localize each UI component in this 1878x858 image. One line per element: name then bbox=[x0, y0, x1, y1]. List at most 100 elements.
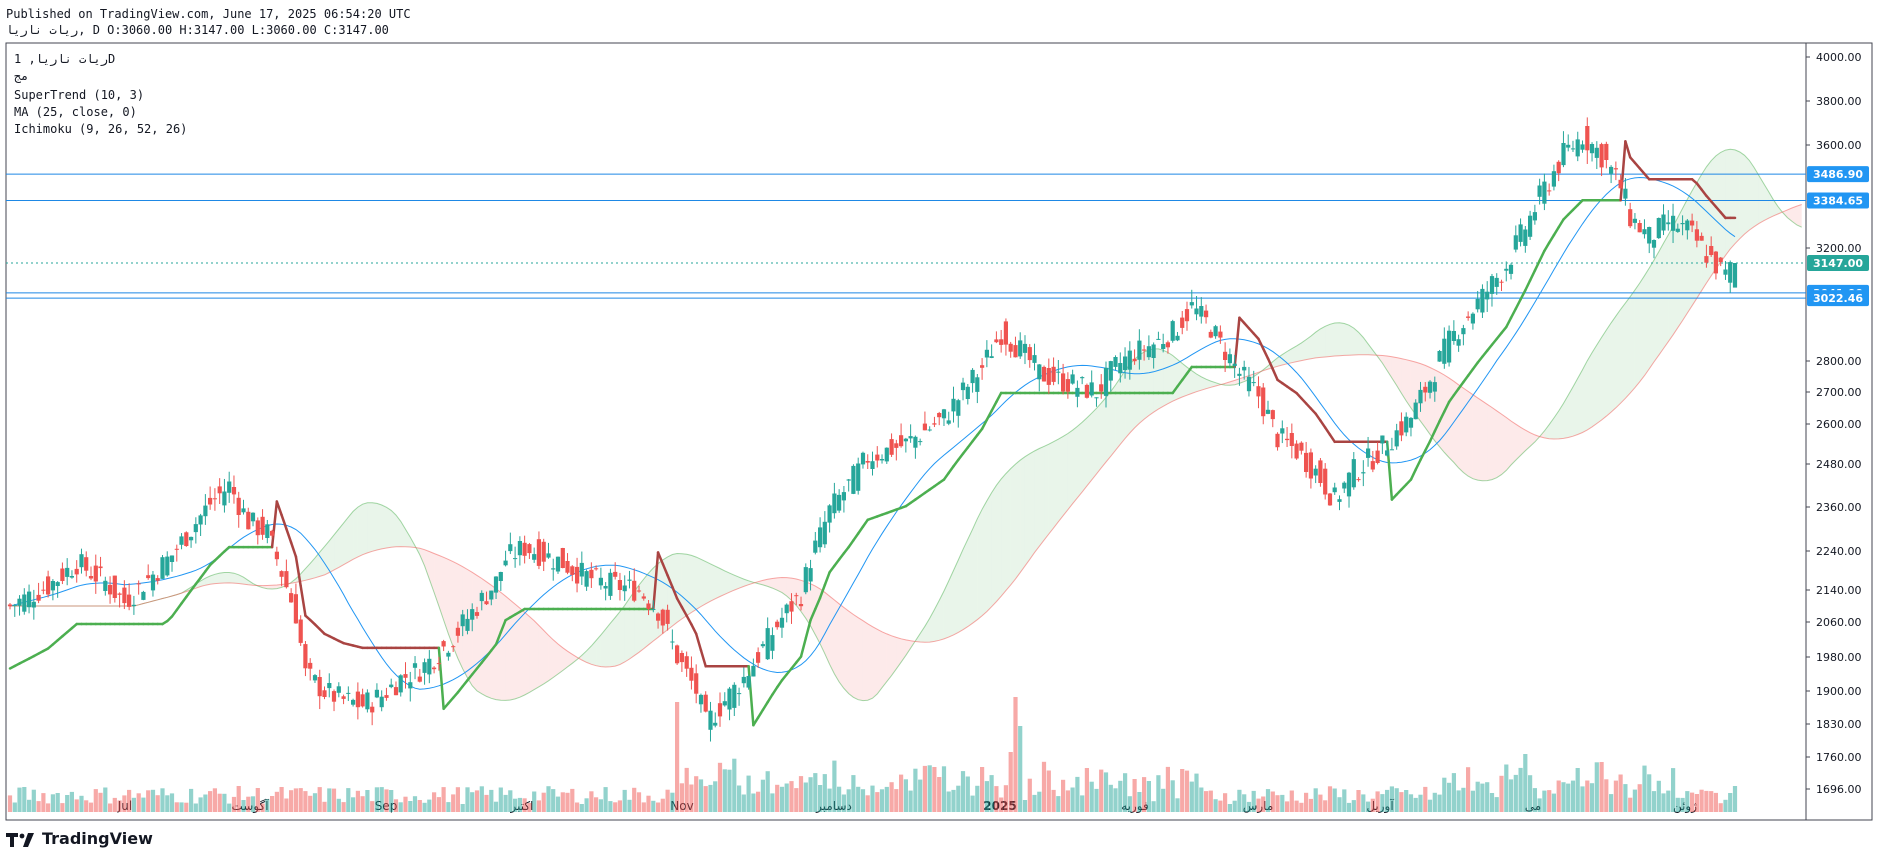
last-price-label: 3147.00 bbox=[1813, 257, 1863, 270]
candle-body bbox=[50, 581, 55, 591]
candle-body bbox=[1056, 371, 1061, 373]
price-tick-label: 2480.00 bbox=[1816, 458, 1862, 471]
ichimoku-cloud-segment bbox=[610, 617, 616, 667]
candle-body bbox=[1194, 308, 1199, 315]
volume-bar bbox=[1475, 781, 1480, 812]
volume-bar bbox=[1084, 768, 1089, 812]
supertrend-segment bbox=[1271, 367, 1279, 382]
candle-body bbox=[69, 576, 74, 578]
candle-body bbox=[1013, 345, 1018, 358]
volume-bar bbox=[327, 788, 332, 812]
candle-body bbox=[1508, 264, 1514, 274]
ichimoku-cloud-segment bbox=[734, 575, 740, 591]
candle-body bbox=[1366, 448, 1371, 458]
candle-body bbox=[1389, 449, 1394, 451]
candle-body bbox=[112, 575, 117, 598]
ichimoku-cloud-segment bbox=[1458, 384, 1464, 473]
ichimoku-cloud-segment bbox=[619, 605, 625, 665]
volume-bar bbox=[617, 800, 622, 812]
candle-body bbox=[470, 609, 475, 620]
volume-bar bbox=[703, 786, 708, 812]
candle-body bbox=[1604, 143, 1609, 160]
candle-body bbox=[108, 584, 113, 595]
volume-bar bbox=[1232, 800, 1237, 812]
candle-body bbox=[1032, 355, 1037, 363]
ichimoku-cloud-segment bbox=[1029, 450, 1035, 560]
candlestick-chart[interactable]: 4000.00 3800.00 3600.00 3200.00 2800.00 2700.… bbox=[0, 0, 1878, 858]
volume-bar bbox=[980, 767, 985, 812]
candle-body bbox=[856, 463, 861, 491]
volume-bar bbox=[546, 786, 551, 812]
volume-bar bbox=[351, 797, 356, 812]
candle-body bbox=[1132, 358, 1137, 362]
ichimoku-cloud-segment bbox=[362, 502, 368, 555]
volume-bar bbox=[293, 788, 298, 812]
tradingview-logo[interactable]: TradingView bbox=[6, 829, 153, 848]
volume-bar bbox=[1671, 768, 1676, 812]
candle-body bbox=[127, 594, 132, 607]
supertrend-segment bbox=[990, 400, 998, 413]
supertrend-segment bbox=[1538, 249, 1546, 262]
ichimoku-cloud-segment bbox=[334, 529, 339, 570]
ichimoku-cloud-segment bbox=[1668, 226, 1674, 342]
candle-body bbox=[1256, 386, 1261, 397]
volume-bar bbox=[960, 771, 966, 812]
volume-bar bbox=[1251, 790, 1256, 812]
volume-bar bbox=[1351, 800, 1356, 812]
candle-body bbox=[1151, 344, 1156, 358]
volume-bar bbox=[1051, 789, 1056, 812]
legend-supertrend[interactable]: SuperTrend (10, 3) bbox=[14, 88, 144, 102]
ichimoku-cloud-segment bbox=[1163, 350, 1168, 407]
candle-body bbox=[808, 568, 813, 582]
legend-ichimoku[interactable]: Ichimoku (9, 26, 52, 26) bbox=[14, 122, 187, 136]
candle-body bbox=[694, 673, 699, 694]
candle-body bbox=[312, 675, 318, 681]
volume-bar bbox=[1013, 697, 1018, 812]
candle-body bbox=[603, 586, 608, 589]
volume-bar bbox=[1227, 804, 1232, 812]
candle-body bbox=[98, 566, 103, 569]
candle-body bbox=[1356, 479, 1361, 481]
ichimoku-cloud-segment bbox=[381, 504, 387, 549]
supertrend-segment bbox=[995, 391, 1003, 404]
ichimoku-cloud-segment bbox=[858, 617, 863, 701]
candle-body bbox=[822, 521, 827, 545]
ichimoku-cloud-segment bbox=[1067, 430, 1073, 510]
ichimoku-cloud-segment bbox=[1086, 413, 1092, 486]
volume-bar bbox=[1032, 794, 1037, 812]
ichimoku-cloud-segment bbox=[438, 555, 444, 620]
volume-bar bbox=[746, 775, 751, 812]
volume-bar bbox=[355, 790, 360, 812]
volume-bar bbox=[498, 787, 503, 812]
candle-body bbox=[1489, 276, 1495, 294]
volume-bar bbox=[1642, 765, 1647, 812]
ichimoku-cloud-segment bbox=[1444, 375, 1450, 458]
candle-body bbox=[555, 556, 561, 572]
volume-bar bbox=[1408, 794, 1414, 812]
ichimoku-cloud-segment bbox=[500, 592, 506, 701]
volume-bar bbox=[551, 789, 556, 812]
volume-bar bbox=[837, 786, 842, 812]
candle-body bbox=[1018, 340, 1023, 357]
volume-bar bbox=[150, 789, 156, 812]
volume-bar bbox=[794, 788, 799, 812]
volume-bar bbox=[994, 786, 999, 812]
volume-bar bbox=[589, 791, 594, 812]
volume-bar bbox=[1246, 801, 1252, 812]
candle-body bbox=[803, 567, 808, 593]
price-tick-label: 2800.00 bbox=[1816, 355, 1862, 368]
candle-body bbox=[1237, 373, 1242, 376]
volume-bar bbox=[899, 774, 904, 812]
volume-bar bbox=[1041, 761, 1047, 812]
candle-body bbox=[370, 706, 375, 713]
volume-bar bbox=[1566, 783, 1571, 812]
candle-body bbox=[594, 568, 599, 570]
volume-bar bbox=[1323, 800, 1328, 812]
volume-bar bbox=[698, 779, 704, 812]
volume-bar bbox=[1575, 768, 1580, 812]
volume-bar bbox=[856, 786, 861, 812]
candle-body bbox=[74, 568, 79, 575]
legend-ma[interactable]: MA (25, close, 0) bbox=[14, 105, 137, 119]
volume-bar bbox=[1375, 791, 1380, 812]
candle-body bbox=[1156, 338, 1161, 340]
